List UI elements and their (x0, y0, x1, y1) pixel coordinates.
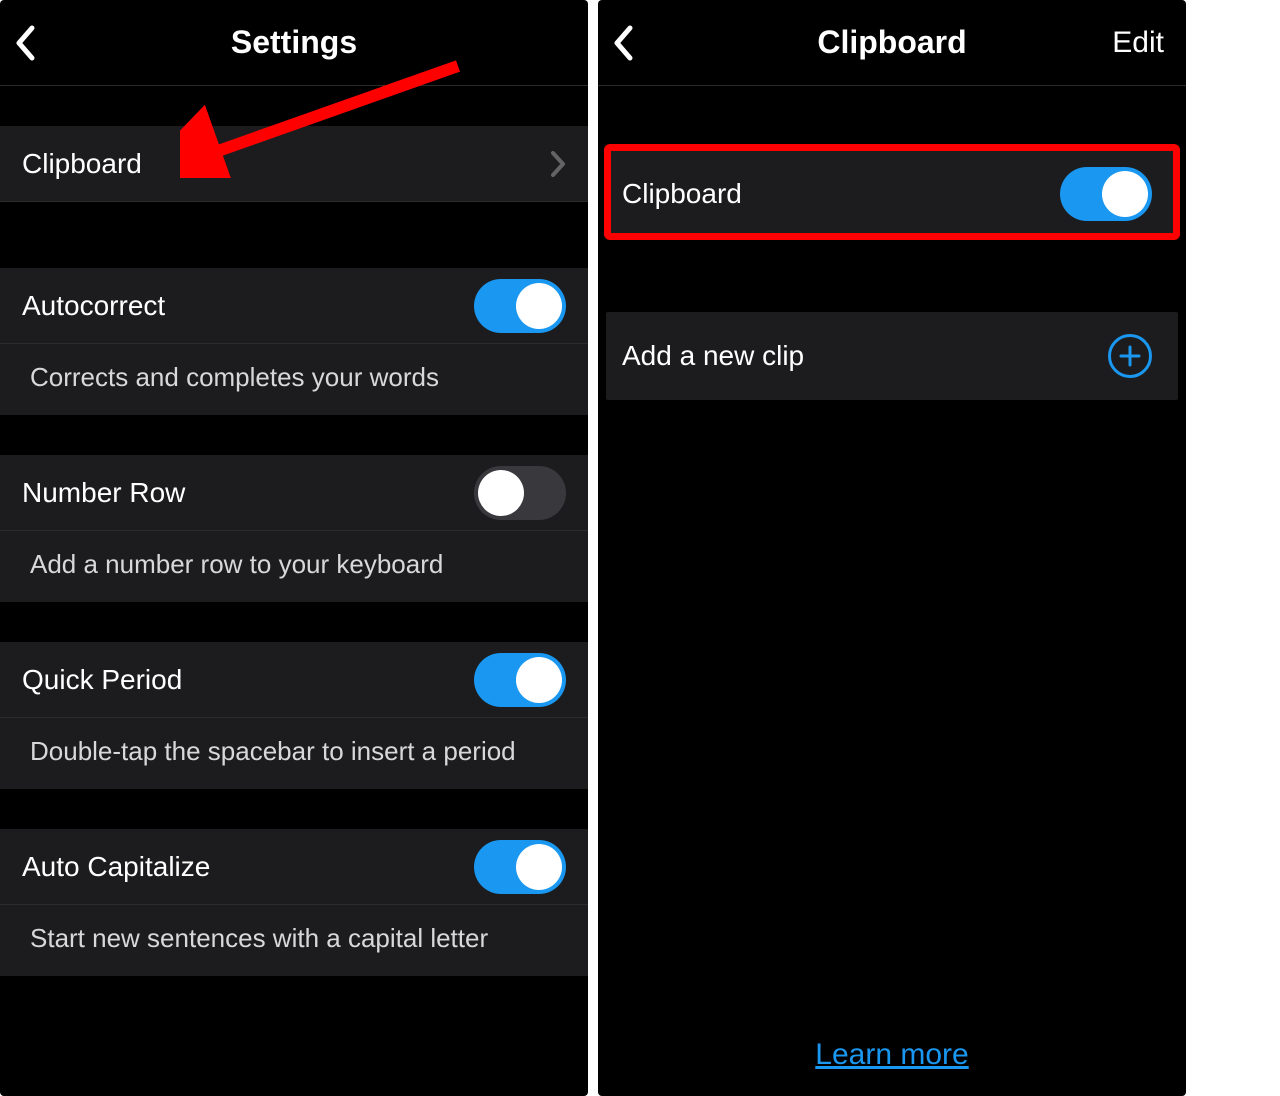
learn-more-link[interactable]: Learn more (815, 1038, 968, 1072)
clipboard-row[interactable]: Clipboard (0, 126, 588, 202)
numberrow-desc: Add a number row to your keyboard (0, 531, 588, 602)
row-label: Number Row (22, 477, 474, 509)
clipboard-nav: Clipboard Edit (598, 0, 1186, 86)
row-label: Clipboard (622, 178, 1060, 210)
quickperiod-toggle[interactable] (474, 653, 566, 707)
clipboard-toggle-row[interactable]: Clipboard (606, 150, 1178, 238)
autocap-row[interactable]: Auto Capitalize (0, 829, 588, 905)
numberrow-toggle[interactable] (474, 466, 566, 520)
row-label: Clipboard (22, 148, 550, 180)
numberrow-row[interactable]: Number Row (0, 455, 588, 531)
row-label: Quick Period (22, 664, 474, 696)
spacer (0, 86, 588, 126)
autocorrect-desc: Corrects and completes your words (0, 344, 588, 415)
page-title: Clipboard (817, 24, 966, 61)
row-label: Add a new clip (622, 340, 1108, 372)
chevron-left-icon (612, 25, 634, 61)
spacer (0, 202, 588, 268)
row-label: Autocorrect (22, 290, 474, 322)
spacer (0, 415, 588, 455)
autocorrect-row[interactable]: Autocorrect (0, 268, 588, 344)
page-title: Settings (231, 24, 357, 61)
settings-nav: Settings (0, 0, 588, 86)
clipboard-toggle[interactable] (1060, 167, 1152, 221)
clipboard-panel: Clipboard Edit Clipboard Add a new clip … (598, 0, 1186, 1096)
settings-panel: Settings Clipboard Autocorrect Corrects … (0, 0, 588, 1096)
add-clip-row[interactable]: Add a new clip (606, 312, 1178, 400)
autocorrect-toggle[interactable] (474, 279, 566, 333)
plus-circle-icon (1108, 334, 1152, 378)
quickperiod-desc: Double-tap the spacebar to insert a peri… (0, 718, 588, 789)
autocap-toggle[interactable] (474, 840, 566, 894)
spacer (0, 789, 588, 829)
back-button[interactable] (14, 25, 36, 61)
spacer (0, 602, 588, 642)
quickperiod-row[interactable]: Quick Period (0, 642, 588, 718)
autocap-desc: Start new sentences with a capital lette… (0, 905, 588, 976)
edit-button[interactable]: Edit (1112, 26, 1164, 60)
spacer (598, 238, 1186, 312)
back-button[interactable] (612, 25, 634, 61)
row-label: Auto Capitalize (22, 851, 474, 883)
chevron-right-icon (550, 150, 566, 178)
chevron-left-icon (14, 25, 36, 61)
spacer (598, 86, 1186, 150)
